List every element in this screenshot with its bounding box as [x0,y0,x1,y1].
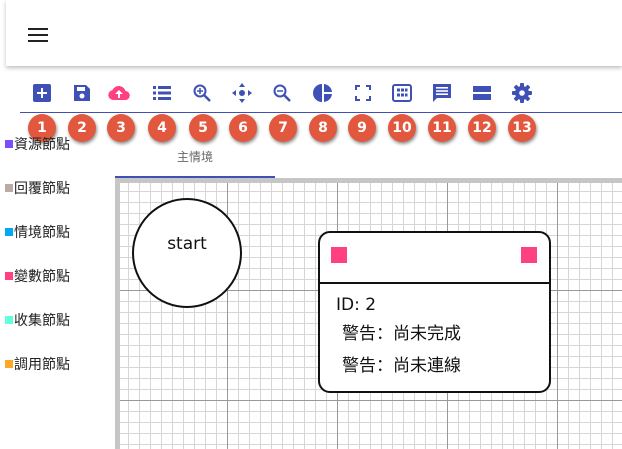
callout-badge: 7 [269,114,297,142]
callout-badge: 8 [309,114,337,142]
palette-item-label: 情境節點 [14,225,70,241]
settings-icon [512,83,532,103]
node-warning-unconnected: 警告：尚未連線 [342,356,461,376]
palette-item-context-node[interactable]: 情境節點 [5,222,70,242]
callout-badge: 5 [189,114,217,142]
callout-badge: 12 [468,114,496,142]
stream-view-button[interactable] [467,80,497,106]
list-icon [153,86,171,100]
move-icon [232,83,252,103]
callout-badge: 2 [68,114,96,142]
view-stream-icon [473,86,491,100]
fullscreen-icon [355,85,371,101]
callout-badge: 10 [388,114,416,142]
fullscreen-button[interactable] [348,80,378,106]
toolbar-divider [20,112,622,113]
cloud-upload-icon [108,85,130,101]
palette-item-reply-node[interactable]: 回覆節點 [5,178,70,198]
context-node-swatch [5,228,13,236]
comment-button[interactable] [427,80,457,106]
palette-item-label: 資源節點 [14,137,70,153]
menu-icon[interactable] [28,28,48,44]
palette-item-label: 回覆節點 [14,181,70,197]
output-port[interactable] [521,247,537,263]
upload-button[interactable] [104,80,134,106]
module-view-button[interactable] [387,80,417,106]
palette-item-resource-node[interactable]: 資源節點 [5,134,70,154]
list-button[interactable] [147,80,177,106]
app-bar [6,0,622,66]
callout-badge: 9 [348,114,376,142]
save-button[interactable] [67,80,97,106]
start-node[interactable]: start [132,198,242,308]
zoom-out-button[interactable] [267,80,297,106]
tab-label: 主情境 [176,150,213,164]
palette-item-collect-node[interactable]: 收集節點 [5,310,70,330]
callout-badge: 6 [229,114,257,142]
comment-icon [433,84,451,102]
callout-badge: 3 [107,114,135,142]
reply-node-swatch [5,184,13,192]
node-id: ID: 2 [336,295,377,315]
tab-main-context[interactable]: 主情境 [115,142,275,178]
input-port[interactable] [331,247,347,263]
callout-badge: 4 [148,114,176,142]
collect-node-swatch [5,316,13,324]
add-box-icon [33,84,51,102]
variable-node[interactable]: ID: 2 警告：尚未完成 警告：尚未連線 [318,231,551,393]
palette-item-variable-node[interactable]: 變數節點 [5,266,70,286]
callout-badge: 11 [428,114,456,142]
node-warning-incomplete: 警告：尚未完成 [342,324,461,344]
start-node-label: start [167,234,207,254]
palette-item-invoke-node[interactable]: 調用節點 [5,354,70,374]
palette-item-label: 變數節點 [14,269,70,285]
zoom-in-icon [193,84,211,102]
resource-node-swatch [5,140,13,148]
invoke-node-swatch [5,360,13,368]
save-icon [74,85,90,101]
pie-chart-icon [313,84,332,102]
view-module-icon [392,84,412,102]
pan-button[interactable] [227,80,257,106]
palette-item-label: 調用節點 [14,357,70,373]
settings-button[interactable] [507,80,537,106]
add-node-button[interactable] [27,80,57,106]
zoom-out-icon [273,84,291,102]
node-divider [320,282,549,284]
variable-node-swatch [5,272,13,280]
zoom-in-button[interactable] [187,80,217,106]
palette-item-label: 收集節點 [14,313,70,329]
chart-button[interactable] [308,80,338,106]
callout-badge: 13 [508,114,536,142]
